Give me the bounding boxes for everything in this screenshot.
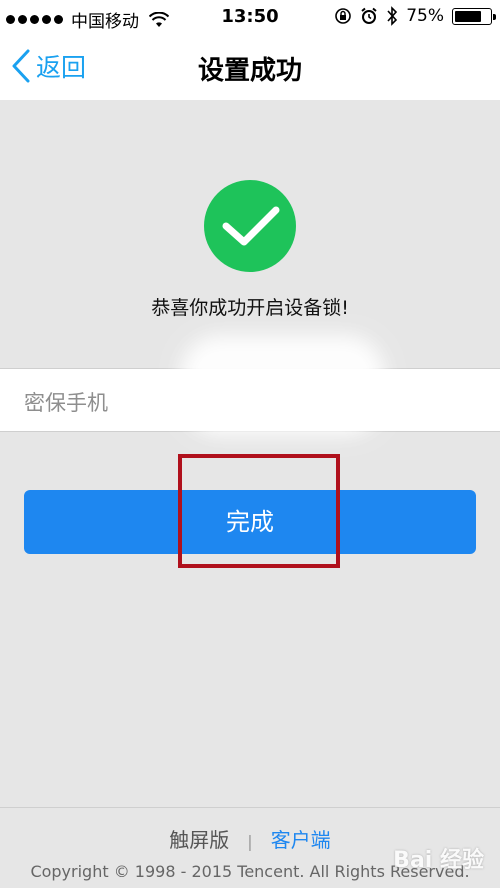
- client-link[interactable]: 客户端: [271, 828, 331, 852]
- phone-label: 密保手机: [24, 391, 108, 415]
- status-right: 75%: [334, 6, 496, 26]
- baidu-watermark: Bai 经验: [393, 848, 484, 873]
- footer-divider: [0, 807, 500, 808]
- success-check-icon: [204, 180, 296, 272]
- bluetooth-icon: [387, 6, 398, 26]
- status-bar: 中国移动 13:50 75%: [0, 0, 500, 34]
- battery-percent: 75%: [406, 6, 444, 26]
- success-message: 恭喜你成功开启设备锁!: [151, 297, 349, 319]
- touch-version-link[interactable]: 触屏版: [169, 828, 229, 852]
- highlight-annotation-box: [178, 454, 340, 568]
- alarm-icon: [361, 7, 377, 24]
- footer-separator: |: [247, 832, 253, 851]
- navigation-bar: 返回 设置成功: [0, 34, 500, 100]
- page-title: 设置成功: [197, 56, 302, 86]
- redaction-smudge: [180, 335, 385, 435]
- battery-icon: [452, 7, 496, 25]
- orientation-lock-icon: [335, 8, 352, 24]
